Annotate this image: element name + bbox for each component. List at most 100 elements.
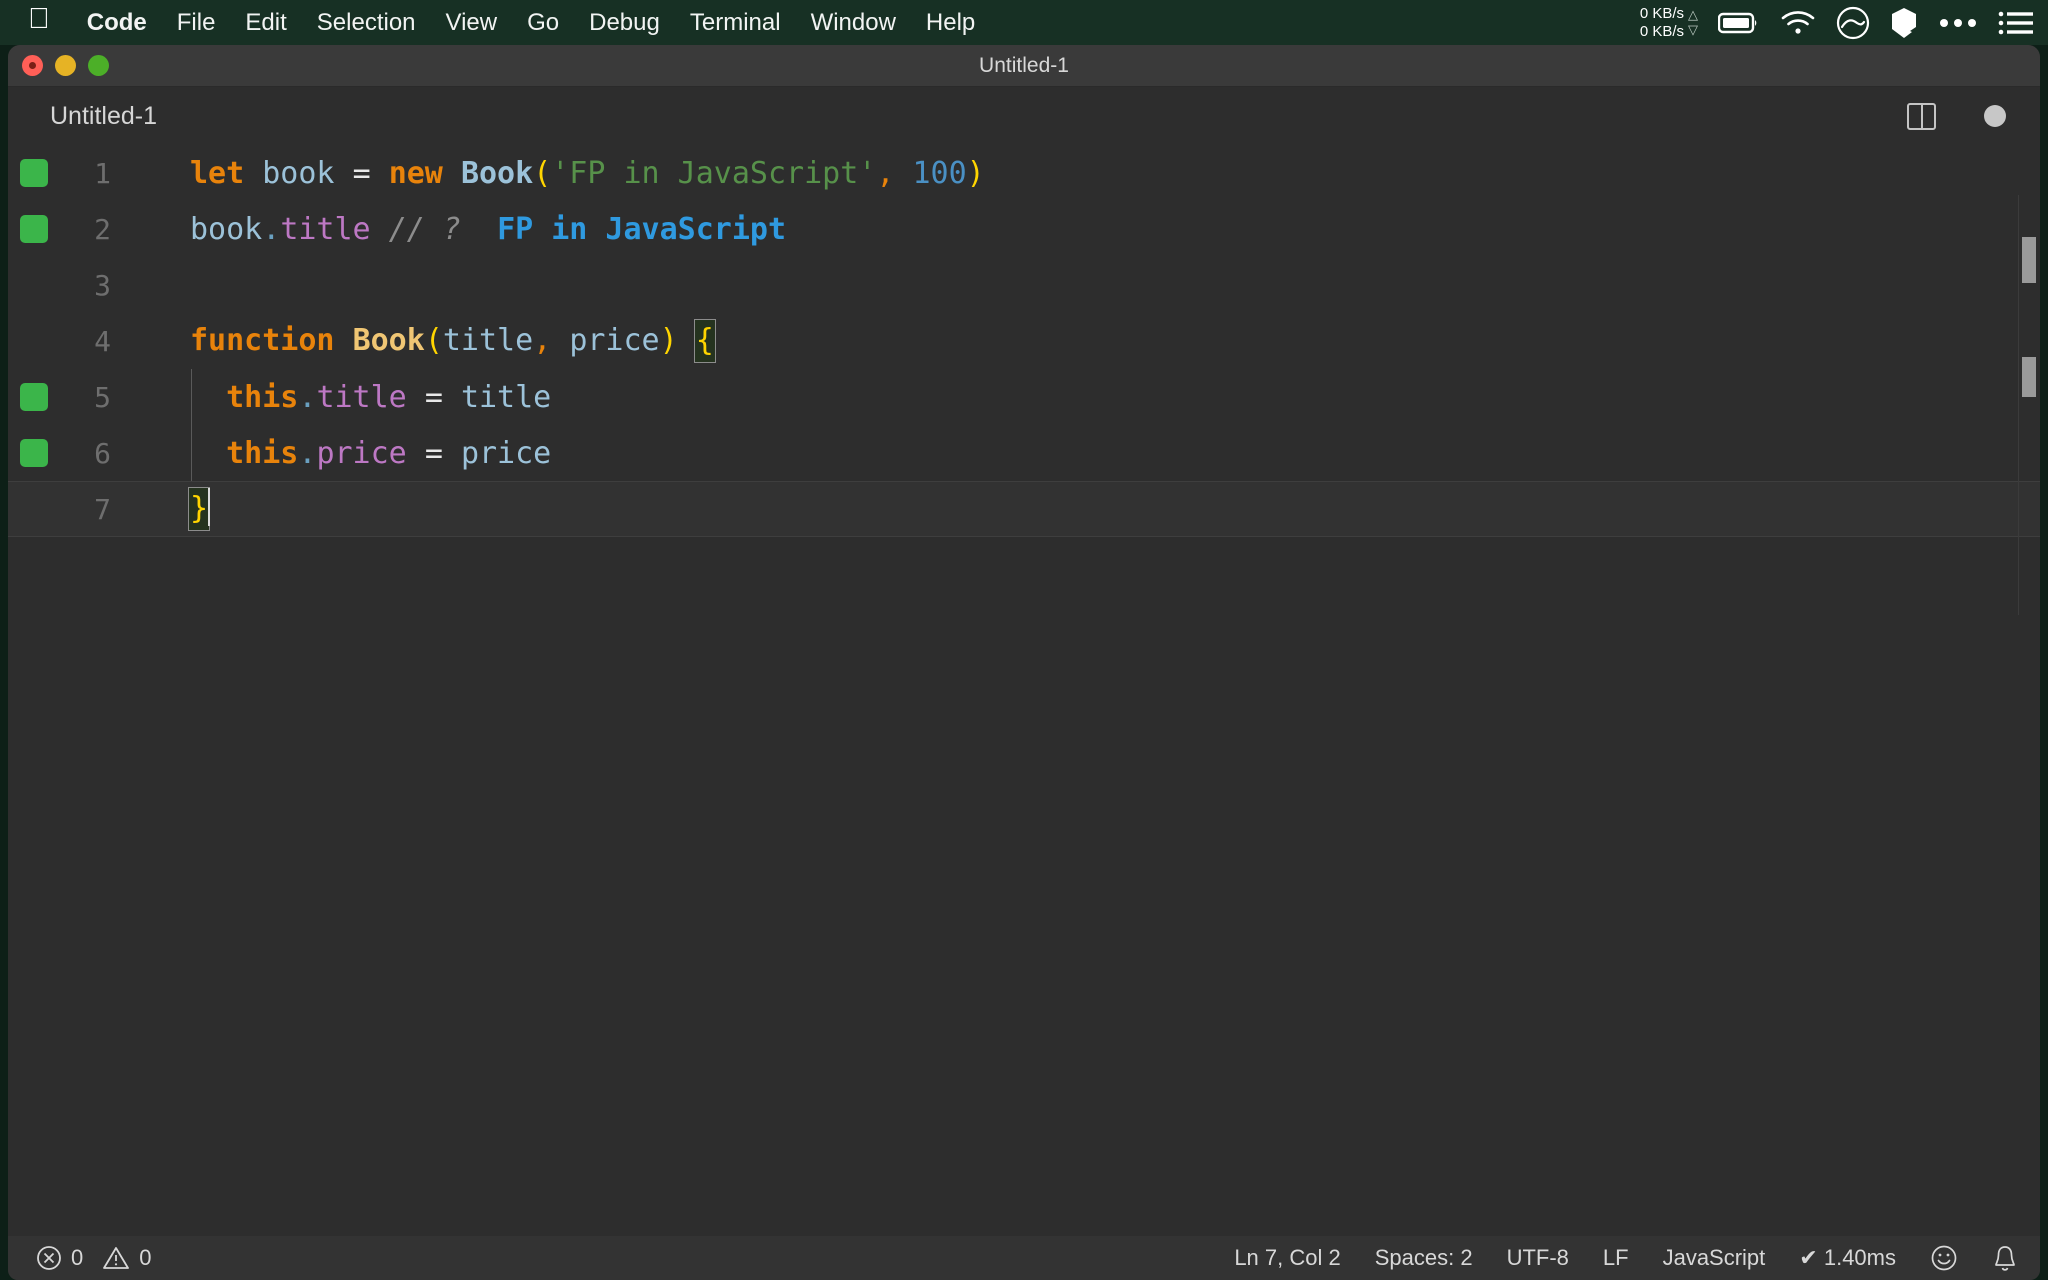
circle-curve-icon[interactable] <box>1836 6 1870 40</box>
code-token: , <box>533 322 552 358</box>
menu-item-window[interactable]: Window <box>796 9 911 37</box>
code-token: title <box>460 379 552 415</box>
code-token: book <box>190 211 263 247</box>
code-line[interactable]: 6 this.price = price <box>8 425 2040 481</box>
code-token: . <box>262 211 281 247</box>
line-number: 2 <box>94 212 111 246</box>
wifi-icon[interactable] <box>1780 10 1816 36</box>
status-bar-right: Ln 7, Col 2 Spaces: 2 UTF-8 LF JavaScrip… <box>1234 1244 2018 1272</box>
code-line[interactable]: 5 this.title = title <box>8 369 2040 425</box>
editor-tab-bar: Untitled-1 <box>8 87 2040 145</box>
code-text[interactable]: book.title // ? FP in JavaScript <box>190 212 2040 247</box>
menu-item-debug[interactable]: Debug <box>574 9 675 37</box>
unsaved-dot-icon[interactable] <box>1984 105 2006 127</box>
text-cursor <box>208 488 211 527</box>
battery-icon[interactable] <box>1718 11 1760 35</box>
run-marker-icon <box>20 215 48 243</box>
code-text[interactable]: } <box>188 486 2040 532</box>
download-speed: 0 KB/s <box>1639 22 1684 40</box>
window-title-bar: Untitled-1 <box>8 45 2040 87</box>
code-token: title <box>442 322 534 358</box>
triangle-down-icon: ▽ <box>1688 21 1698 37</box>
code-token: function <box>190 322 335 358</box>
indentation-setting[interactable]: Spaces: 2 <box>1375 1245 1473 1271</box>
code-text[interactable]: this.title = title <box>190 380 2040 415</box>
bell-icon[interactable] <box>1992 1244 2018 1272</box>
code-token: = <box>352 155 371 191</box>
code-token: book <box>262 155 335 191</box>
error-circle-icon[interactable] <box>36 1245 62 1271</box>
code-line[interactable]: 3 <box>8 257 2040 313</box>
scrollbar-mark <box>2022 237 2036 283</box>
menu-item-code[interactable]: Code <box>72 9 162 37</box>
editor-scrollbar[interactable] <box>2018 145 2040 1236</box>
tab-untitled-1[interactable]: Untitled-1 <box>8 87 183 145</box>
menu-item-help[interactable]: Help <box>911 9 990 37</box>
smiley-icon[interactable] <box>1930 1244 1958 1272</box>
line-number: 7 <box>94 492 111 526</box>
run-marker-icon <box>20 383 48 411</box>
menu-item-edit[interactable]: Edit <box>230 9 301 37</box>
network-speed-indicator[interactable]: 0 KB/s 0 KB/s △ ▽ <box>1640 5 1698 40</box>
code-line[interactable]: 4 function Book(title, price) { <box>8 313 2040 369</box>
code-token: } <box>188 486 211 532</box>
code-token: 100 <box>912 155 967 191</box>
menu-item-terminal[interactable]: Terminal <box>675 9 796 37</box>
code-line[interactable]: 2 book.title // ? FP in JavaScript <box>8 201 2040 257</box>
code-token: = <box>424 435 443 471</box>
menu-item-go[interactable]: Go <box>512 9 574 37</box>
quokka-run-time[interactable]: ✔ 1.40ms <box>1799 1245 1896 1271</box>
encoding-setting[interactable]: UTF-8 <box>1507 1245 1569 1271</box>
run-marker-icon <box>20 439 48 467</box>
menu-item-view[interactable]: View <box>431 9 513 37</box>
cursor-position[interactable]: Ln 7, Col 2 <box>1234 1245 1340 1271</box>
eol-setting[interactable]: LF <box>1603 1245 1629 1271</box>
tab-label: Untitled-1 <box>50 101 157 130</box>
code-line[interactable]: 1 let book = new Book('FP in JavaScript',… <box>8 145 2040 201</box>
three-dots-icon[interactable] <box>1938 16 1978 30</box>
code-token: price <box>569 322 660 358</box>
code-token: ) <box>966 155 985 191</box>
line-number: 1 <box>94 156 111 190</box>
code-token: , <box>876 155 895 191</box>
warning-count[interactable]: 0 <box>139 1245 151 1271</box>
code-token: FP in JavaScript <box>497 211 787 247</box>
warning-triangle-icon[interactable] <box>102 1245 130 1271</box>
menu-item-selection[interactable]: Selection <box>302 9 431 37</box>
code-lines: 1 let book = new Book('FP in JavaScript',… <box>8 145 2040 537</box>
menu-item-file[interactable]: File <box>162 9 231 37</box>
macos-menu-bar:  CodeFileEditSelectionViewGoDebugTermin… <box>0 0 2048 45</box>
code-token: . <box>298 435 317 471</box>
code-token: ) <box>659 322 678 358</box>
cube-icon[interactable] <box>1890 7 1918 39</box>
code-token: // ? <box>388 211 461 247</box>
code-text[interactable]: let book = new Book('FP in JavaScript', … <box>190 156 2040 191</box>
list-menu-icon[interactable] <box>1998 10 2034 36</box>
language-mode[interactable]: JavaScript <box>1663 1245 1766 1271</box>
line-number: 3 <box>94 268 111 302</box>
code-line[interactable]: 7} <box>8 481 2040 537</box>
code-text[interactable]: function Book(title, price) { <box>190 318 2040 364</box>
status-bar: 0 0 Ln 7, Col 2 Spaces: 2 UTF-8 LF JavaS… <box>8 1236 2040 1280</box>
code-token: ( <box>533 155 552 191</box>
vscode-window: Untitled-1 Untitled-1 1 let book = new Bo… <box>8 45 2040 1280</box>
code-editor[interactable]: 1 let book = new Book('FP in JavaScript',… <box>8 145 2040 1236</box>
split-editor-icon[interactable] <box>1907 102 1936 130</box>
apple-logo-icon[interactable]:  <box>28 5 50 34</box>
error-count[interactable]: 0 <box>71 1245 83 1271</box>
scrollbar-mark <box>2022 357 2036 397</box>
code-token: Book <box>460 155 534 191</box>
code-text[interactable]: this.price = price <box>190 436 2040 471</box>
code-token: ( <box>424 322 443 358</box>
code-token: new <box>388 155 443 191</box>
